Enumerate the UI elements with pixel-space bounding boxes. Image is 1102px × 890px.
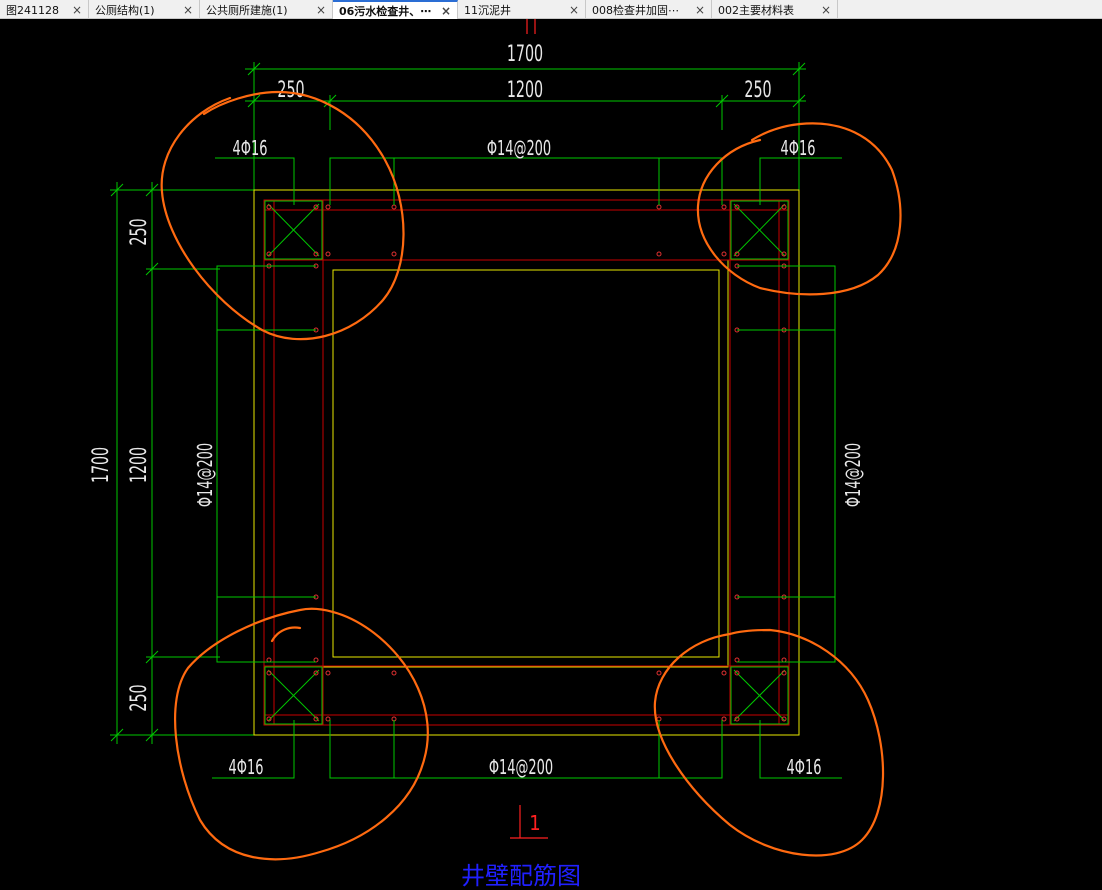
label-rebar-corner-tl: 4Φ16 [233,138,268,161]
markup-circle-bottom-right [653,628,885,857]
tab-label: 公厕结构(1) [95,3,155,17]
tab-toilet-structure[interactable]: 公厕结构(1) × [89,0,200,19]
label-rebar-corner-tr: 4Φ16 [781,138,816,161]
drawing-title: 井壁配筋图 [461,862,581,890]
concrete-outline [253,189,800,736]
tab-label: 002主要材料表 [718,3,794,17]
dim-top-mid: 1200 [507,76,543,102]
dim-left-mid: 1200 [125,447,151,483]
label-rebar-corner-br: 4Φ16 [787,757,822,780]
tab-label: 11沉泥井 [464,3,511,17]
label-rebar-corner-bl: 4Φ16 [229,757,264,780]
tab-label: 公共厕所建施(1) [206,3,288,17]
section-mark-number: 1 [529,811,540,835]
label-rebar-top: Φ14@200 [487,138,551,161]
tab-label: 06污水检查井、⋯ [339,4,432,18]
dim-left-bottom: 250 [125,684,151,711]
tab-public-toilet-architecture[interactable]: 公共厕所建施(1) × [200,0,333,19]
rebar-lines [263,199,790,726]
close-icon[interactable]: × [565,3,579,17]
document-tab-bar: 图241128 × 公厕结构(1) × 公共厕所建施(1) × 06污水检查井、… [0,0,1102,19]
cad-drawing-canvas[interactable]: 1700 250 1200 250 1700 250 1200 250 4Φ16… [0,19,1102,890]
rebar-labels: 4Φ16 4Φ16 4Φ16 4Φ16 Φ14@200 Φ14@200 Φ14@… [195,138,866,780]
markup-circle-bottom-left [173,607,429,861]
section-mark-top [526,19,536,34]
label-rebar-right: Φ14@200 [843,443,866,507]
close-icon[interactable]: × [312,3,326,17]
tab-drawing-241128[interactable]: 图241128 × [0,0,89,19]
tab-inspection-well-reinforcement[interactable]: 008检查井加固⋯ × [586,0,712,19]
tab-label: 图241128 [6,3,59,17]
tab-sediment-well[interactable]: 11沉泥井 × [458,0,586,19]
rebar-points [266,204,787,722]
dim-left-top: 250 [125,218,151,245]
close-icon[interactable]: × [179,3,193,17]
dimension-labels: 1700 250 1200 250 1700 250 1200 250 [87,40,771,711]
close-icon[interactable]: × [68,3,82,17]
rebar-leaders [212,157,842,779]
corner-columns [264,200,789,725]
label-rebar-left: Φ14@200 [195,443,218,507]
close-icon[interactable]: × [437,4,451,18]
tab-label: 008检查井加固⋯ [592,3,679,17]
markup-annotations [160,90,902,861]
dim-top-total: 1700 [507,40,543,66]
close-icon[interactable]: × [691,3,705,17]
markup-circle-top-left [160,90,405,341]
tab-main-materials[interactable]: 002主要材料表 × [712,0,838,19]
dim-top-right: 250 [744,76,771,102]
dim-left-total: 1700 [87,447,113,483]
markup-tick-bottom-left [270,626,302,643]
tab-sewage-inspection-well[interactable]: 06污水检查井、⋯ × [333,0,458,19]
close-icon[interactable]: × [817,3,831,17]
label-rebar-bottom: Φ14@200 [489,757,553,780]
dim-top-left: 250 [277,76,304,102]
